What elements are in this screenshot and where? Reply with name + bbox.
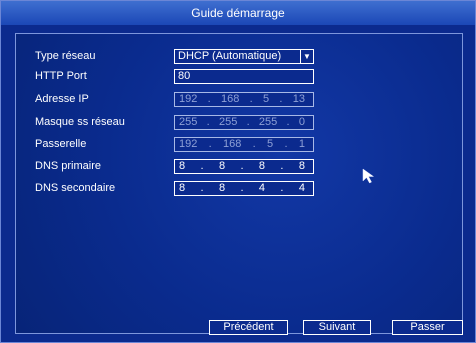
passerelle-octet-4: 1 <box>298 138 305 150</box>
ip-octet-1: 192 <box>179 93 198 105</box>
masque-field[interactable]: 255 . 255 . 255 . 0 <box>174 115 314 130</box>
dns2-octet-1: 8 <box>179 182 186 194</box>
passerelle-octet-2: 168 <box>223 138 242 150</box>
adresse-ip-label: Adresse IP <box>35 93 89 105</box>
setup-wizard-window: Guide démarrage Type réseau DHCP (Automa… <box>0 0 476 343</box>
dns-primaire-label: DNS primaire <box>35 160 102 172</box>
adresse-ip-field[interactable]: 192 . 168 . 5 . 13 <box>174 92 314 107</box>
masque-octet-1: 255 <box>179 116 198 128</box>
ip-dot: . <box>240 160 244 172</box>
dns2-octet-2: 8 <box>218 182 226 194</box>
dns1-octet-4: 8 <box>298 160 305 172</box>
dns-secondaire-label: DNS secondaire <box>35 182 116 194</box>
ip-dot: . <box>249 93 253 105</box>
ip-dot: . <box>280 182 284 194</box>
previous-button[interactable]: Précédent <box>209 320 288 335</box>
http-port-input[interactable]: 80 <box>174 69 314 84</box>
chevron-down-icon[interactable]: ▼ <box>300 50 313 63</box>
skip-button[interactable]: Passer <box>392 320 463 335</box>
ip-dot: . <box>200 182 204 194</box>
dns2-octet-4: 4 <box>298 182 305 194</box>
masque-label: Masque ss réseau <box>35 116 125 128</box>
dns2-octet-3: 4 <box>258 182 265 194</box>
next-button[interactable]: Suivant <box>303 320 371 335</box>
passerelle-octet-1: 192 <box>179 138 198 150</box>
ip-dot: . <box>240 182 244 194</box>
dns1-octet-1: 8 <box>179 160 186 172</box>
type-reseau-value: DHCP (Automatique) <box>178 50 282 62</box>
ip-dot: . <box>286 116 290 128</box>
ip-dot: . <box>279 93 283 105</box>
type-reseau-select[interactable]: DHCP (Automatique) ▼ <box>174 49 314 64</box>
type-reseau-label: Type réseau <box>35 50 96 62</box>
ip-octet-3: 5 <box>262 93 270 105</box>
mouse-pointer-icon <box>362 168 375 184</box>
masque-octet-4: 0 <box>298 116 305 128</box>
ip-dot: . <box>252 138 256 150</box>
ip-dot: . <box>200 160 204 172</box>
dns-primaire-field[interactable]: 8 . 8 . 8 . 8 <box>174 159 314 174</box>
ip-octet-4: 13 <box>292 93 305 105</box>
passerelle-label: Passerelle <box>35 138 87 150</box>
http-port-label: HTTP Port <box>35 70 87 82</box>
ip-dot: . <box>206 116 210 128</box>
dns1-octet-3: 8 <box>258 160 265 172</box>
window-title: Guide démarrage <box>1 1 475 25</box>
masque-octet-3: 255 <box>258 116 278 128</box>
dns1-octet-2: 8 <box>218 160 226 172</box>
ip-dot: . <box>246 116 250 128</box>
ip-dot: . <box>284 138 288 150</box>
ip-dot: . <box>208 138 212 150</box>
passerelle-octet-3: 5 <box>267 138 274 150</box>
ip-octet-2: 168 <box>220 93 240 105</box>
masque-octet-2: 255 <box>218 116 238 128</box>
network-settings-panel: Type réseau DHCP (Automatique) ▼ HTTP Po… <box>15 33 463 335</box>
passerelle-field[interactable]: 192 . 168 . 5 . 1 <box>174 137 314 152</box>
ip-dot: . <box>207 93 211 105</box>
ip-dot: . <box>280 160 284 172</box>
dns-secondaire-field[interactable]: 8 . 8 . 4 . 4 <box>174 181 314 196</box>
